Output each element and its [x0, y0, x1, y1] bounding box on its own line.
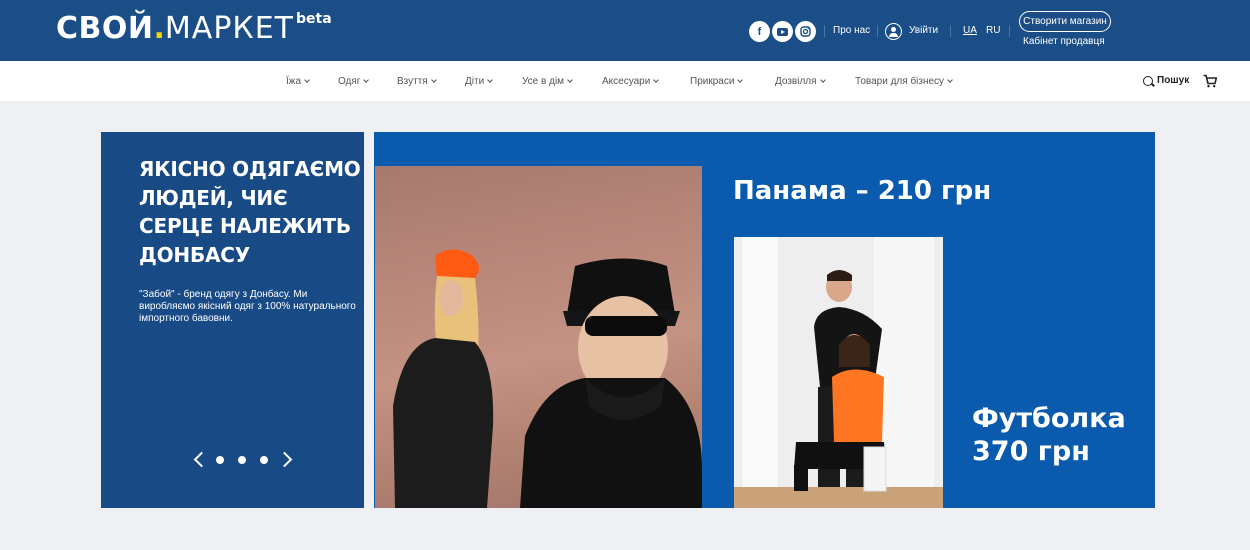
logo-bold-text: СВОЙ	[56, 11, 154, 46]
lang-ru[interactable]: RU	[986, 25, 1000, 37]
nav-label: Усе в дім	[522, 76, 565, 87]
user-icon[interactable]	[885, 23, 902, 40]
nav-item-leisure[interactable]: Дозвілля	[775, 76, 826, 88]
chevron-down-icon	[430, 77, 437, 83]
divider	[1009, 25, 1010, 37]
search-label: Пошук	[1157, 75, 1190, 86]
nav-item-food[interactable]: Їжа	[286, 76, 310, 88]
nav-item-kids[interactable]: Діти	[465, 76, 494, 88]
nav-label: Аксесуари	[602, 76, 651, 87]
logo[interactable]: СВОЙ. МАРКЕТ beta	[56, 11, 332, 47]
hero-description: "Забой" - бренд одягу з Донбасу. Ми виро…	[139, 289, 356, 324]
facebook-icon[interactable]: f	[749, 21, 770, 42]
instagram-icon[interactable]	[795, 21, 816, 42]
chevron-down-icon	[363, 77, 370, 83]
chevron-down-icon	[487, 77, 494, 83]
search-button[interactable]: Пошук	[1143, 75, 1189, 86]
nav-label: Їжа	[286, 76, 302, 87]
price-panama: Панама – 210 грн	[733, 176, 992, 206]
hero-photo-tshirt	[734, 237, 943, 508]
nav-label: Прикраси	[690, 76, 735, 87]
about-link[interactable]: Про нас	[833, 25, 870, 37]
divider	[950, 25, 951, 37]
divider	[877, 25, 878, 37]
login-link[interactable]: Увійти	[909, 25, 938, 37]
nav-label: Діти	[465, 76, 485, 87]
nav-item-jewelry[interactable]: Прикраси	[690, 76, 744, 88]
nav-label: Взуття	[397, 76, 428, 87]
nav-item-home[interactable]: Усе в дім	[522, 76, 573, 88]
chevron-down-icon	[947, 77, 953, 83]
chevron-down-icon	[567, 77, 573, 83]
chevron-down-icon	[819, 77, 826, 83]
hero-photo-panama	[375, 166, 702, 508]
divider	[824, 25, 825, 37]
nav-item-shoes[interactable]: Взуття	[397, 76, 437, 88]
nav-item-business[interactable]: Товари для бізнесу	[855, 76, 953, 88]
hero-title: ЯКІСНО ОДЯГАЄМО ЛЮДЕЙ, ЧИЄ СЕРЦЕ НАЛЕЖИТ…	[139, 157, 361, 267]
seller-cabinet-link[interactable]: Кабінет продавця	[1023, 36, 1105, 48]
lang-ua[interactable]: UA	[963, 25, 977, 37]
chevron-down-icon	[653, 77, 660, 83]
chevron-down-icon	[304, 77, 310, 83]
slider-dot[interactable]	[216, 456, 224, 464]
chevron-down-icon	[737, 77, 744, 83]
logo-dot: .	[153, 11, 165, 46]
beta-badge: beta	[295, 11, 332, 27]
search-icon	[1143, 75, 1153, 86]
slider-dot[interactable]	[260, 456, 268, 464]
nav-label: Одяг	[338, 76, 361, 87]
youtube-icon[interactable]	[772, 21, 793, 42]
logo-thin-text: МАРКЕТ	[164, 11, 294, 46]
nav-label: Дозвілля	[775, 76, 817, 87]
nav-item-clothing[interactable]: Одяг	[338, 76, 370, 88]
slider-dot[interactable]	[238, 456, 246, 464]
nav-item-accessories[interactable]: Аксесуари	[602, 76, 660, 88]
price-tshirt: Футболка 370 грн	[972, 403, 1126, 467]
nav-label: Товари для бізнесу	[855, 76, 945, 87]
cart-icon[interactable]	[1203, 74, 1217, 88]
create-store-button[interactable]: Створити магазин	[1019, 11, 1111, 32]
